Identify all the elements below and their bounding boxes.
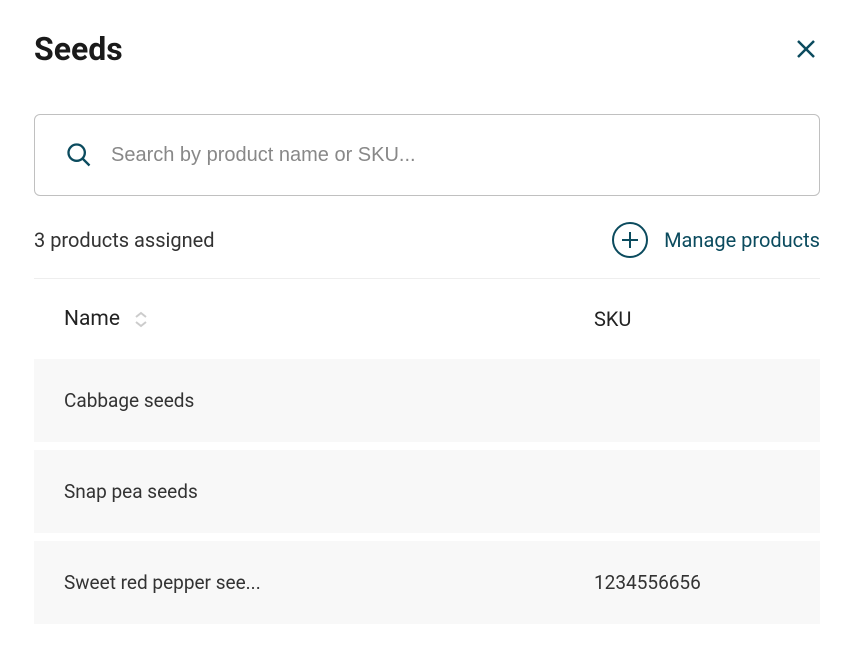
product-sku-cell: 1234556656 — [594, 571, 790, 594]
search-input[interactable] — [111, 144, 789, 167]
column-sku-header[interactable]: SKU — [594, 307, 790, 331]
plus-icon — [612, 222, 648, 258]
page-title: Seeds — [34, 30, 123, 68]
product-name-cell: Cabbage seeds — [64, 389, 594, 412]
product-name-cell: Snap pea seeds — [64, 480, 594, 503]
column-name-header[interactable]: Name — [64, 307, 120, 331]
table-header: Name SKU — [34, 279, 820, 359]
sort-icon[interactable] — [134, 311, 148, 328]
manage-products-label: Manage products — [664, 228, 820, 252]
search-box[interactable] — [34, 114, 820, 196]
table-row[interactable]: Cabbage seeds — [34, 359, 820, 442]
close-icon — [794, 37, 818, 61]
search-icon — [65, 141, 93, 169]
table-row[interactable]: Snap pea seeds — [34, 450, 820, 533]
close-button[interactable] — [792, 35, 820, 63]
table-row[interactable]: Sweet red pepper see... 1234556656 — [34, 541, 820, 624]
assigned-count: 3 products assigned — [34, 228, 215, 252]
manage-products-button[interactable]: Manage products — [612, 222, 820, 258]
product-name-cell: Sweet red pepper see... — [64, 571, 594, 594]
